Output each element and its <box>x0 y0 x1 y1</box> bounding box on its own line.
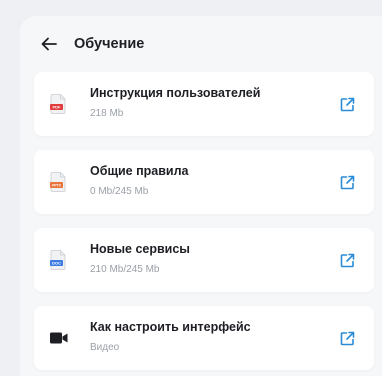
external-link-icon[interactable] <box>340 97 355 112</box>
arrow-left-icon <box>41 37 57 51</box>
file-title: Новые сервисы <box>90 242 190 256</box>
file-card-user-guide[interactable]: PDF Инструкция пользователей 218 Mb <box>34 72 374 136</box>
pptx-file-icon: PPTX <box>50 172 66 192</box>
external-link-icon[interactable] <box>340 253 355 268</box>
file-type-label: DOC <box>52 261 61 266</box>
page-title: Обучение <box>74 36 145 52</box>
back-button[interactable] <box>40 35 58 53</box>
page-header: Обучение <box>40 34 144 54</box>
file-card-new-services[interactable]: DOC Новые сервисы 210 Mb/245 Mb <box>34 228 374 292</box>
pdf-file-icon: PDF <box>50 94 66 114</box>
external-link-icon[interactable] <box>340 331 355 346</box>
video-type-label: Видео <box>90 342 120 353</box>
file-card-general-rules[interactable]: PPTX Общие правила 0 Mb/245 Mb <box>34 150 374 214</box>
file-title: Инструкция пользователей <box>90 86 261 100</box>
file-type-label: PDF <box>53 105 62 110</box>
file-title: Общие правила <box>90 164 189 178</box>
file-size: 0 Mb/245 Mb <box>90 186 149 197</box>
file-size: 218 Mb <box>90 108 124 119</box>
file-size: 210 Mb/245 Mb <box>90 264 160 275</box>
video-title: Как настроить интерфейс <box>90 320 251 334</box>
external-link-icon[interactable] <box>340 175 355 190</box>
file-type-label: PPTX <box>52 184 62 188</box>
video-icon <box>50 332 68 344</box>
video-card-interface-setup[interactable]: Как настроить интерфейс Видео <box>34 306 374 370</box>
doc-file-icon: DOC <box>50 250 66 270</box>
